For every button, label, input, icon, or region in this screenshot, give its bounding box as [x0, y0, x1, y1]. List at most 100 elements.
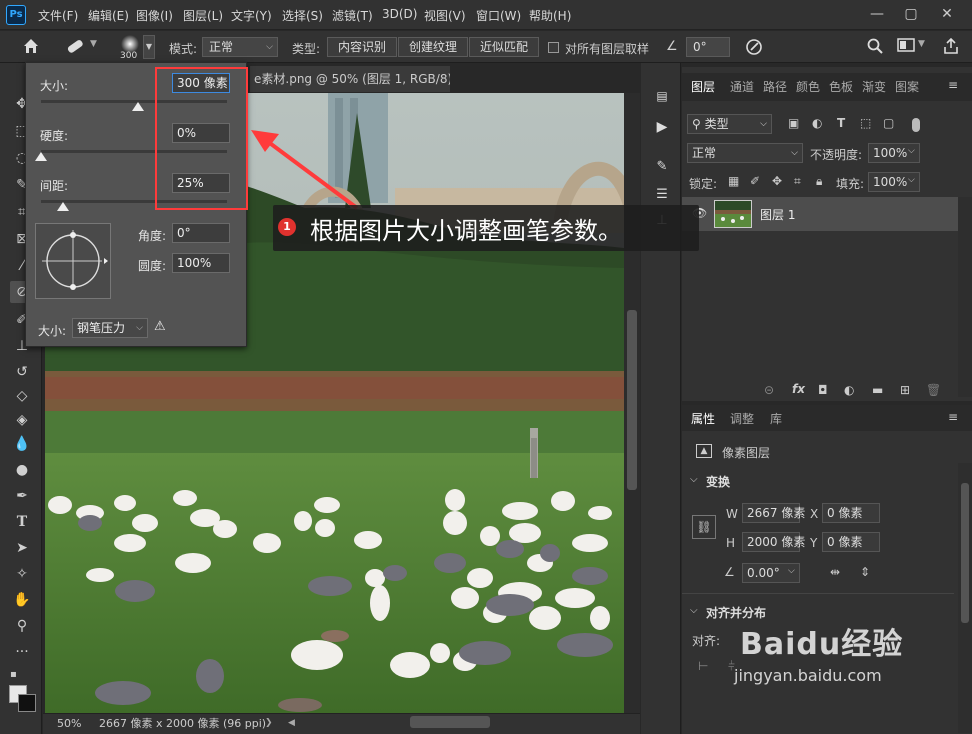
lock-all-icon[interactable]: 🔒︎: [816, 174, 822, 189]
add-mask-icon[interactable]: ◘: [818, 383, 828, 397]
rotate-chevron-icon[interactable]: ⌵: [788, 566, 795, 576]
background-color-swatch[interactable]: [18, 694, 36, 712]
tool-preset-chevron-icon[interactable]: ▼: [90, 39, 97, 49]
pen-tool-icon[interactable]: ✒: [10, 485, 34, 507]
hardness-slider-knob[interactable]: [35, 152, 47, 161]
filter-smart-object-icon[interactable]: ▢: [883, 116, 894, 130]
search-icon[interactable]: [864, 37, 886, 57]
path-select-tool-icon[interactable]: ➤: [10, 537, 34, 559]
type-proximity-match-button[interactable]: 近似匹配: [469, 37, 539, 57]
fx-icon[interactable]: fx: [792, 382, 805, 396]
hand-tool-icon[interactable]: ✋: [10, 589, 34, 611]
workspace-chevron-icon[interactable]: ▼: [918, 39, 925, 49]
document-tab[interactable]: e素材.png @ 50% (图层 1, RGB/8): [250, 66, 450, 92]
brush-angle-roundness-preview[interactable]: [35, 223, 111, 299]
new-layer-icon[interactable]: ⊞: [900, 383, 910, 397]
flip-vertical-icon[interactable]: ⇕: [860, 565, 870, 579]
history-brush-tool-icon[interactable]: ↺: [10, 361, 34, 383]
new-group-icon[interactable]: ▬: [872, 383, 883, 397]
blur-tool-icon[interactable]: 💧: [10, 433, 34, 455]
filter-type-icon[interactable]: T: [837, 116, 845, 130]
sample-all-layers-checkbox[interactable]: [548, 42, 559, 53]
layer-filter-kind-select[interactable]: ⚲ 类型 ⌵: [687, 114, 772, 134]
menu-select[interactable]: 选择(S): [282, 7, 323, 24]
lock-transparent-icon[interactable]: ▦: [728, 174, 739, 188]
y-field[interactable]: 0 像素: [822, 532, 880, 552]
brushes-panel-icon[interactable]: ✎: [653, 159, 671, 177]
share-icon[interactable]: [940, 37, 962, 57]
lock-artboard-icon[interactable]: ⌗: [794, 174, 801, 189]
photoshop-logo[interactable]: Ps: [6, 5, 26, 25]
menu-filter[interactable]: 滤镜(T): [332, 7, 373, 24]
zoom-tool-icon[interactable]: ⚲: [10, 615, 34, 637]
menu-layer[interactable]: 图层(L): [183, 7, 223, 24]
link-layers-icon[interactable]: ⊝: [764, 383, 774, 397]
tab-paths[interactable]: 路径: [763, 78, 787, 95]
panel-menu-icon[interactable]: ≡: [948, 78, 958, 92]
menu-view[interactable]: 视图(V): [424, 7, 466, 24]
history-panel-icon[interactable]: ▤: [653, 89, 671, 107]
menu-type[interactable]: 文字(Y): [231, 7, 272, 24]
tab-swatches[interactable]: 色板: [829, 78, 853, 95]
layer-row[interactable]: 👁︎ 图层 1: [682, 197, 958, 231]
menu-image[interactable]: 图像(I): [136, 7, 173, 24]
zoom-readout[interactable]: 50%: [57, 714, 81, 733]
status-menu-chevron-icon[interactable]: ❯: [265, 714, 273, 733]
tab-color[interactable]: 颜色: [796, 78, 820, 95]
lock-position-icon[interactable]: ✥: [772, 174, 782, 188]
roundness-field[interactable]: 100%: [172, 253, 230, 273]
menu-window[interactable]: 窗口(W): [476, 7, 521, 24]
dodge-tool-icon[interactable]: ●: [10, 459, 34, 481]
layer-name[interactable]: 图层 1: [760, 206, 795, 223]
tab-properties[interactable]: 属性: [691, 410, 715, 427]
size-control-select[interactable]: 钢笔压力 ⌵: [72, 318, 148, 338]
more-tools-icon[interactable]: ···: [10, 641, 34, 663]
default-colors-icon[interactable]: ▪: [10, 669, 17, 680]
link-dimensions-icon[interactable]: ⛓: [692, 515, 716, 539]
tab-libraries[interactable]: 库: [770, 410, 782, 427]
properties-menu-icon[interactable]: ≡: [948, 410, 958, 424]
lock-image-icon[interactable]: ✐: [750, 174, 760, 188]
type-content-aware-button[interactable]: 内容识别: [327, 37, 397, 57]
layers-scrollbar[interactable]: [958, 197, 972, 397]
maximize-button[interactable]: ▢: [896, 2, 926, 26]
menu-edit[interactable]: 编辑(E): [88, 7, 129, 24]
tab-channels[interactable]: 通道: [730, 78, 754, 95]
tab-gradients[interactable]: 渐变: [862, 78, 886, 95]
transform-collapse-icon[interactable]: ⌵: [690, 474, 698, 485]
type-create-texture-button[interactable]: 创建纹理: [398, 37, 468, 57]
menu-help[interactable]: 帮助(H): [529, 7, 571, 24]
vertical-scroll-thumb[interactable]: [627, 310, 637, 490]
opacity-chevron-icon[interactable]: ⌵: [908, 146, 915, 156]
filter-adjustment-icon[interactable]: ◐: [812, 116, 822, 130]
horizontal-scroll-thumb[interactable]: [410, 716, 490, 728]
mode-select[interactable]: 正常 ⌵: [202, 37, 278, 57]
fill-chevron-icon[interactable]: ⌵: [908, 175, 915, 185]
align-collapse-icon[interactable]: ⌵: [690, 605, 698, 616]
filter-toggle-switch[interactable]: [912, 118, 920, 132]
filter-pixel-icon[interactable]: ▣: [788, 116, 799, 130]
shape-tool-icon[interactable]: ✧: [10, 563, 34, 585]
tab-adjustments[interactable]: 调整: [730, 410, 754, 427]
delete-layer-icon[interactable]: 🗑︎: [926, 383, 941, 397]
menu-file[interactable]: 文件(F): [38, 7, 78, 24]
x-field[interactable]: 0 像素: [822, 503, 880, 523]
brush-size-slider-knob[interactable]: [131, 102, 144, 111]
brush-angle-field[interactable]: 0°: [686, 37, 730, 57]
spot-healing-brush-icon[interactable]: [62, 36, 88, 58]
menu-3d[interactable]: 3D(D): [382, 7, 417, 21]
adjust-sliders-icon[interactable]: ☰: [653, 187, 671, 205]
close-window-button[interactable]: ✕: [932, 2, 962, 26]
tab-layers[interactable]: 图层: [691, 78, 715, 95]
align-left-icon[interactable]: ⊢: [698, 659, 708, 673]
actions-play-icon[interactable]: ▶: [653, 119, 671, 137]
filter-shape-icon[interactable]: ⬚: [860, 116, 871, 130]
minimize-button[interactable]: —: [862, 2, 892, 26]
spacing-slider-knob[interactable]: [57, 202, 70, 211]
blend-mode-select[interactable]: 正常 ⌵: [687, 143, 803, 163]
new-adjustment-icon[interactable]: ◐: [844, 383, 854, 397]
scroll-left-icon[interactable]: ◀: [288, 714, 295, 733]
type-tool-icon[interactable]: T: [10, 511, 34, 533]
flip-horizontal-icon[interactable]: ⇹: [830, 565, 840, 579]
home-icon[interactable]: [20, 37, 42, 57]
